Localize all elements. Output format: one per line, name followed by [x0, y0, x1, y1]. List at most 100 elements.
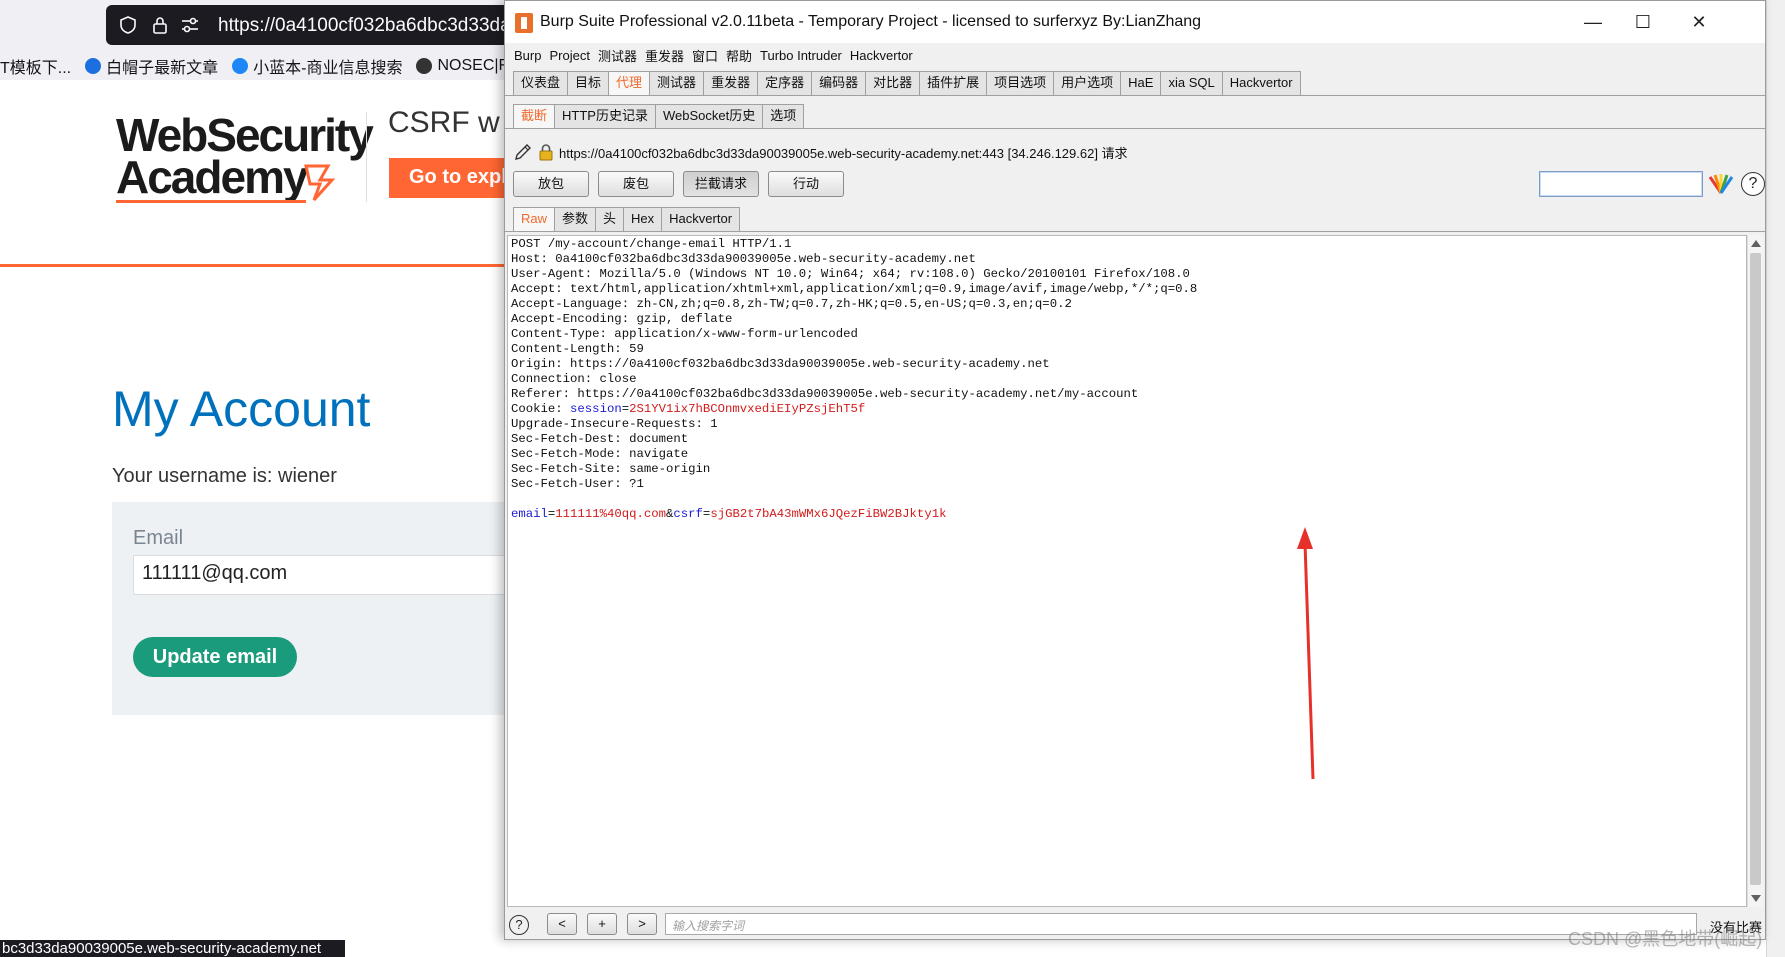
param-value-csrf: sjGB2t7bA43mWMx6JQezFiBW2BJkty1k [710, 507, 947, 521]
tab-项目选项[interactable]: 项目选项 [986, 71, 1055, 95]
tab-目标[interactable]: 目标 [567, 71, 610, 95]
menu-item-重发器[interactable]: 重发器 [645, 46, 684, 65]
menu-item-帮助[interactable]: 帮助 [726, 46, 752, 65]
tab-代理[interactable]: 代理 [608, 71, 651, 95]
view-tab-头[interactable]: 头 [595, 207, 625, 231]
url-bar[interactable]: https://0a4100cf032ba6dbc3d33da90039005e… [106, 5, 510, 45]
menu-item-hackvertor[interactable]: Hackvertor [850, 48, 913, 63]
previous-match-button[interactable]: < [547, 913, 577, 935]
editor-scrollbar[interactable] [1747, 235, 1763, 907]
request-line: Accept-Language: zh-CN,zh;q=0.8,zh-TW;q=… [511, 297, 1072, 311]
add-button[interactable]: + [587, 913, 617, 935]
bookmark-item[interactable]: 小蓝本-商业信息搜索 [232, 54, 402, 78]
background-window-edge [1766, 0, 1785, 957]
edit-pencil-icon[interactable] [513, 142, 533, 162]
action-button-3[interactable]: 行动 [768, 171, 844, 197]
email-field[interactable]: 111111@qq.com [133, 555, 510, 595]
cookie-line: Cookie: session=2S1YV1ix7hBCOnmvxediEIyP… [511, 402, 1197, 417]
annotation-arrow [1297, 527, 1315, 780]
request-line: Sec-Fetch-Mode: navigate [511, 447, 689, 461]
request-line: Sec-Fetch-Dest: document [511, 432, 689, 446]
target-url: https://0a4100cf032ba6dbc3d33da90039005e… [559, 145, 1128, 161]
web-page: WebSecurity Academy CSRF w Go to expl My… [0, 80, 510, 957]
menu-item-测试器[interactable]: 测试器 [598, 46, 637, 65]
menu-item-窗口[interactable]: 窗口 [692, 46, 718, 65]
request-body: email=111111%40qq.com&csrf=sjGB2t7bA43mW… [511, 507, 1197, 522]
view-tab-hex[interactable]: Hex [623, 207, 663, 231]
bookmark-item[interactable]: T模板下... [0, 54, 71, 78]
cookie-equals: = [621, 402, 630, 416]
lock-icon[interactable] [150, 15, 170, 35]
subtab-选项[interactable]: 选项 [762, 104, 805, 128]
action-button-2[interactable]: 拦截请求 [683, 171, 759, 197]
intercept-actions: 放包 废包 拦截请求 行动 [513, 171, 853, 197]
bookmark-icon [416, 58, 433, 74]
param-name-csrf: csrf [673, 507, 703, 521]
highlight-search-input[interactable] [1539, 171, 1703, 197]
site-logo[interactable]: WebSecurity Academy [116, 108, 374, 203]
tab-编码器[interactable]: 编码器 [811, 71, 867, 95]
tab-测试器[interactable]: 测试器 [649, 71, 705, 95]
title-bar[interactable]: Burp Suite Professional v2.0.11beta - Te… [505, 1, 1765, 43]
shield-icon[interactable] [118, 15, 138, 35]
bookmark-label: 白帽子最新文章 [106, 60, 219, 77]
page-title: My Account [112, 381, 371, 437]
tab-hackvertor[interactable]: Hackvertor [1221, 71, 1301, 95]
update-email-button[interactable]: Update email [133, 637, 297, 677]
bookmark-label: 小蓝本-商业信息搜索 [253, 60, 403, 77]
menu-item-project[interactable]: Project [549, 48, 589, 63]
param-name-email: email [511, 507, 548, 521]
window-title: Burp Suite Professional v2.0.11beta - Te… [540, 13, 1202, 30]
minimize-button[interactable]: — [1573, 9, 1613, 35]
maximize-button[interactable]: ☐ [1623, 9, 1663, 35]
request-line: Accept-Encoding: gzip, deflate [511, 312, 733, 326]
help-icon[interactable]: ? [1741, 172, 1765, 196]
subtab-http历史记录[interactable]: HTTP历史记录 [554, 104, 656, 128]
request-line: Host: 0a4100cf032ba6dbc3d33da90039005e.w… [511, 252, 976, 266]
subtab-websocket历史[interactable]: WebSocket历史 [654, 104, 764, 128]
scroll-up-icon[interactable] [1751, 240, 1761, 247]
logo-underline [116, 200, 306, 203]
subtab-截断[interactable]: 截断 [513, 104, 556, 128]
permissions-icon[interactable] [180, 16, 200, 34]
search-input[interactable]: 输入搜索字词 [665, 913, 1697, 935]
bookmark-item[interactable]: NOSEC|FO [416, 57, 510, 75]
tab-对比器[interactable]: 对比器 [865, 71, 921, 95]
request-line: Content-Length: 59 [511, 342, 644, 356]
view-tab-hackvertor[interactable]: Hackvertor [661, 207, 741, 231]
request-text[interactable]: POST /my-account/change-email HTTP/1.1 Ho… [511, 237, 1197, 522]
go-to-exploit-server-button[interactable]: Go to expl [389, 158, 510, 198]
action-button-0[interactable]: 放包 [513, 171, 589, 197]
menu-item-turbo-intruder[interactable]: Turbo Intruder [760, 48, 842, 63]
status-bar-url: bc3d33da90039005e.web-security-academy.n… [0, 940, 345, 957]
tab-divider [505, 128, 1765, 129]
intercept-target: https://0a4100cf032ba6dbc3d33da90039005e… [513, 141, 1128, 163]
close-button[interactable]: ✕ [1679, 9, 1719, 35]
request-editor[interactable]: POST /my-account/change-email HTTP/1.1 Ho… [507, 235, 1747, 907]
next-match-button[interactable]: > [627, 913, 657, 935]
tab-定序器[interactable]: 定序器 [757, 71, 813, 95]
action-button-1[interactable]: 废包 [598, 171, 674, 197]
help-icon[interactable]: ? [509, 915, 529, 935]
tab-xia-sql[interactable]: xia SQL [1160, 71, 1223, 95]
message-view-tab-bar: Raw 参数头 Hex Hackvertor [513, 207, 741, 231]
menu-bar: Burp Project 测试器 重发器 窗口 帮助 Turbo Intruder Hackv… [505, 43, 1765, 67]
tab-hae[interactable]: HaE [1120, 71, 1162, 95]
menu-item-burp[interactable]: Burp [514, 48, 541, 63]
request-line: POST /my-account/change-email HTTP/1.1 [511, 237, 792, 251]
bookmark-label: T模板下... [0, 60, 72, 77]
scrollbar-thumb[interactable] [1750, 253, 1761, 885]
header-rule [0, 264, 510, 267]
tab-用户选项[interactable]: 用户选项 [1053, 71, 1122, 95]
view-tab-参数[interactable]: 参数 [554, 207, 597, 231]
bookmark-item[interactable]: 白帽子最新文章 [85, 54, 218, 78]
tab-重发器[interactable]: 重发器 [703, 71, 759, 95]
bookmark-icon [85, 58, 102, 74]
tab-仪表盘[interactable]: 仪表盘 [513, 71, 569, 95]
color-highlight-icon[interactable] [1708, 173, 1734, 195]
padlock-icon [539, 144, 553, 161]
tab-插件扩展[interactable]: 插件扩展 [919, 71, 988, 95]
scroll-down-icon[interactable] [1751, 895, 1761, 902]
url-text[interactable]: https://0a4100cf032ba6dbc3d33da90039005e… [218, 15, 508, 37]
view-tab-raw[interactable]: Raw [513, 207, 556, 231]
